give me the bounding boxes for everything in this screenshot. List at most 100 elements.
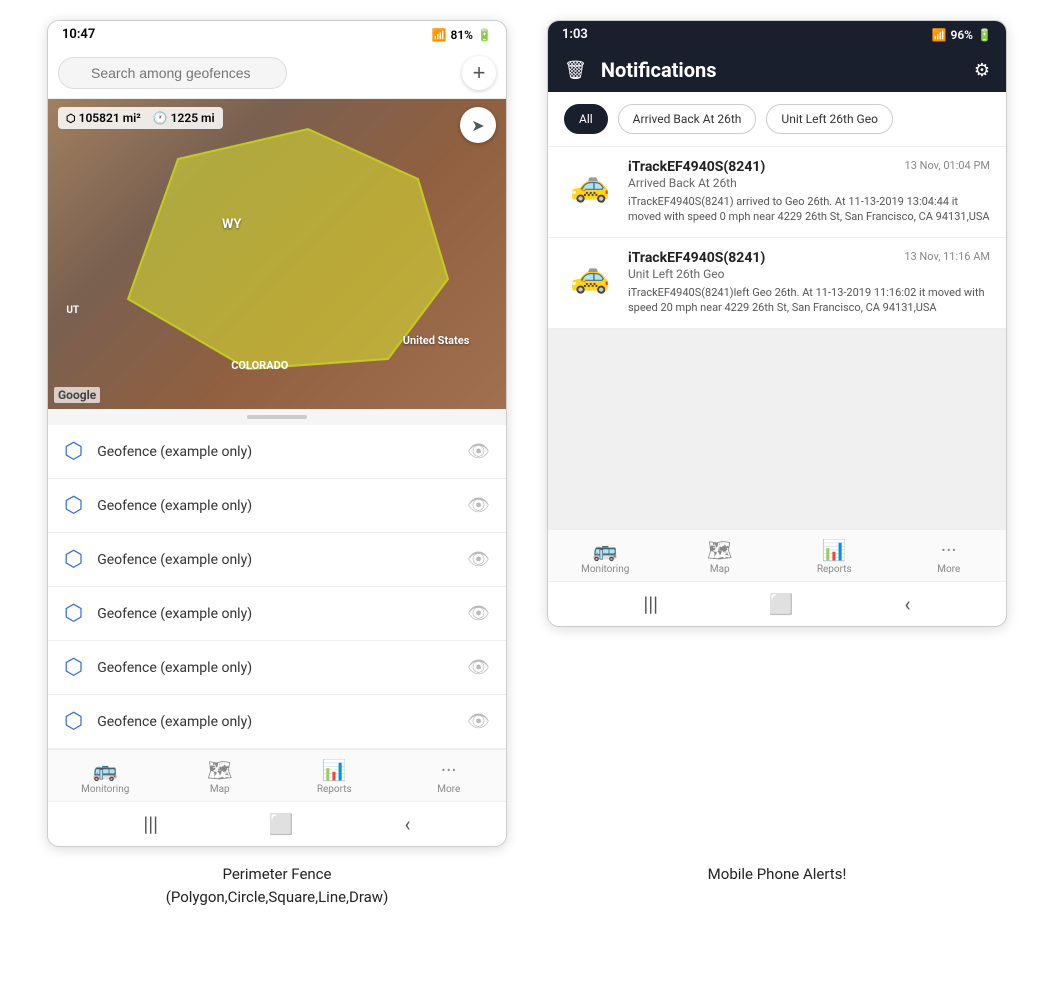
- search-bar: 🔍 +: [48, 48, 506, 99]
- monitoring-icon: 🚌: [93, 758, 118, 782]
- notif-device-2: iTrackEF4940S(8241): [628, 250, 765, 266]
- map-area: ⬡ 105821 mi² 🕐 1225 mi WY United States …: [48, 99, 506, 409]
- geofence-label-2: Geofence (example only): [97, 498, 453, 514]
- right-battery: 96%: [950, 28, 973, 42]
- filter-tab-all[interactable]: All: [564, 104, 608, 134]
- notif-subtitle-2: Unit Left 26th Geo: [628, 267, 990, 281]
- geo-hide-1[interactable]: 👁: [467, 441, 490, 462]
- filter-tabs: All Arrived Back At 26th Unit Left 26th …: [548, 92, 1006, 147]
- right-nav-map[interactable]: 🗺 Map: [663, 538, 778, 575]
- android-back-icon[interactable]: ‹: [405, 812, 411, 836]
- notif-content-1: iTrackEF4940S(8241) 13 Nov, 01:04 PM Arr…: [628, 159, 990, 225]
- right-nav-more-label: More: [937, 564, 960, 575]
- notif-device-1: iTrackEF4940S(8241): [628, 159, 765, 175]
- geofence-item-1[interactable]: ⬡ Geofence (example only) 👁: [48, 425, 506, 479]
- right-nav-map-label: Map: [710, 564, 730, 575]
- geo-hide-3[interactable]: 👁: [467, 549, 490, 570]
- right-status-bar: 1:03 📶 96% 🔋: [548, 21, 1006, 48]
- notif-body-2: iTrackEF4940S(8241)left Geo 26th. At 11-…: [628, 285, 990, 316]
- geofence-item-3[interactable]: ⬡ Geofence (example only) 👁: [48, 533, 506, 587]
- car-emoji-1: 🚕: [570, 166, 610, 204]
- geofence-item-4[interactable]: ⬡ Geofence (example only) 👁: [48, 587, 506, 641]
- geo-hide-2[interactable]: 👁: [467, 495, 490, 516]
- google-logo: Google: [54, 387, 100, 403]
- settings-icon[interactable]: ⚙: [974, 60, 990, 81]
- geofence-label-3: Geofence (example only): [97, 552, 453, 568]
- map-terrain: ⬡ 105821 mi² 🕐 1225 mi WY United States …: [48, 99, 506, 409]
- geofence-item-5[interactable]: ⬡ Geofence (example only) 👁: [48, 641, 506, 695]
- notif-empty-area: [548, 329, 1006, 529]
- geofence-icon-4: ⬡: [64, 601, 83, 626]
- geofence-item-2[interactable]: ⬡ Geofence (example only) 👁: [48, 479, 506, 533]
- car-emoji-2: 🚕: [570, 257, 610, 295]
- left-android-nav: ||| ⬜ ‹: [48, 801, 506, 846]
- geo-hide-4[interactable]: 👁: [467, 603, 490, 624]
- search-container: 🔍: [58, 57, 454, 89]
- battery-icon: 🔋: [477, 28, 492, 42]
- left-status-bar: 10:47 📶 81% 🔋: [48, 21, 506, 48]
- right-android-home-icon[interactable]: ⬜: [769, 592, 794, 616]
- search-input[interactable]: [58, 57, 287, 89]
- left-status-time: 10:47: [62, 27, 95, 42]
- geo-hide-5[interactable]: 👁: [467, 657, 490, 678]
- left-caption-text: Perimeter Fence(Polygon,Circle,Square,Li…: [166, 865, 389, 906]
- right-android-recents-icon[interactable]: |||: [643, 592, 658, 616]
- geofence-label-1: Geofence (example only): [97, 444, 453, 460]
- notif-content-2: iTrackEF4940S(8241) 13 Nov, 11:16 AM Uni…: [628, 250, 990, 316]
- android-home-icon[interactable]: ⬜: [269, 812, 294, 836]
- nav-map-label: Map: [210, 784, 230, 795]
- geofence-item-6[interactable]: ⬡ Geofence (example only) 👁: [48, 695, 506, 749]
- geofence-icon-2: ⬡: [64, 493, 83, 518]
- right-status-right: 📶 96% 🔋: [932, 28, 992, 42]
- map-stat-dist: 🕐 1225 mi: [153, 111, 215, 125]
- car-icon-1: 🚕: [564, 159, 616, 211]
- notification-list: 🚕 iTrackEF4940S(8241) 13 Nov, 01:04 PM A…: [548, 147, 1006, 529]
- right-nav-monitoring-label: Monitoring: [581, 564, 629, 575]
- left-caption: Perimeter Fence(Polygon,Circle,Square,Li…: [47, 863, 507, 908]
- right-nav-reports[interactable]: 📊 Reports: [777, 538, 892, 575]
- right-wifi-icon: 📶: [932, 28, 947, 42]
- nav-monitoring[interactable]: 🚌 Monitoring: [48, 758, 163, 795]
- notif-header: 🗑 Notifications ⚙: [548, 48, 1006, 92]
- geo-hide-6[interactable]: 👁: [467, 711, 490, 732]
- right-android-back-icon[interactable]: ‹: [905, 592, 911, 616]
- right-battery-icon: 🔋: [977, 28, 992, 42]
- map-stats: ⬡ 105821 mi² 🕐 1225 mi: [58, 107, 223, 129]
- map-icon: 🗺: [207, 758, 232, 782]
- scroll-indicator: [48, 409, 506, 425]
- right-nav-more[interactable]: ··· More: [892, 538, 1007, 575]
- geofence-icon-6: ⬡: [64, 709, 83, 734]
- map-label-us: United States: [403, 334, 470, 347]
- filter-tab-arrived[interactable]: Arrived Back At 26th: [618, 104, 757, 134]
- map-label-co: COLORADO: [231, 359, 288, 372]
- notif-item-2[interactable]: 🚕 iTrackEF4940S(8241) 13 Nov, 11:16 AM U…: [548, 238, 1006, 329]
- filter-tab-left[interactable]: Unit Left 26th Geo: [766, 104, 893, 134]
- android-recents-icon[interactable]: |||: [143, 812, 158, 836]
- nav-map[interactable]: 🗺 Map: [163, 758, 278, 795]
- scroll-pill: [247, 415, 307, 419]
- location-button[interactable]: ➤: [460, 107, 496, 143]
- add-button[interactable]: +: [462, 56, 496, 90]
- notif-time-2: 13 Nov, 11:16 AM: [904, 250, 990, 263]
- geofence-label-5: Geofence (example only): [97, 660, 453, 676]
- nav-reports[interactable]: 📊 Reports: [277, 758, 392, 795]
- right-nav-monitoring[interactable]: 🚌 Monitoring: [548, 538, 663, 575]
- right-caption-text: Mobile Phone Alerts!: [708, 865, 847, 883]
- nav-more[interactable]: ··· More: [392, 758, 507, 795]
- notif-item-1[interactable]: 🚕 iTrackEF4940S(8241) 13 Nov, 01:04 PM A…: [548, 147, 1006, 238]
- right-caption: Mobile Phone Alerts!: [547, 863, 1007, 908]
- right-map-icon: 🗺: [707, 538, 732, 562]
- left-battery: 81%: [450, 28, 473, 42]
- car-icon-2: 🚕: [564, 250, 616, 302]
- right-phone: 1:03 📶 96% 🔋 🗑 Notifications ⚙ All Arriv…: [547, 20, 1007, 627]
- screenshots-row: 10:47 📶 81% 🔋 🔍 +: [20, 20, 1034, 847]
- notif-title: Notifications: [601, 58, 960, 82]
- delete-icon[interactable]: 🗑: [564, 60, 587, 81]
- right-bottom-nav: 🚌 Monitoring 🗺 Map 📊 Reports ··· More: [548, 529, 1006, 581]
- geofence-list: ⬡ Geofence (example only) 👁 ⬡ Geofence (…: [48, 425, 506, 749]
- geofence-icon-3: ⬡: [64, 547, 83, 572]
- right-status-time: 1:03: [562, 27, 588, 42]
- notif-subtitle-1: Arrived Back At 26th: [628, 176, 990, 190]
- map-stat-area: ⬡ 105821 mi²: [66, 111, 141, 125]
- right-more-icon: ···: [941, 538, 957, 562]
